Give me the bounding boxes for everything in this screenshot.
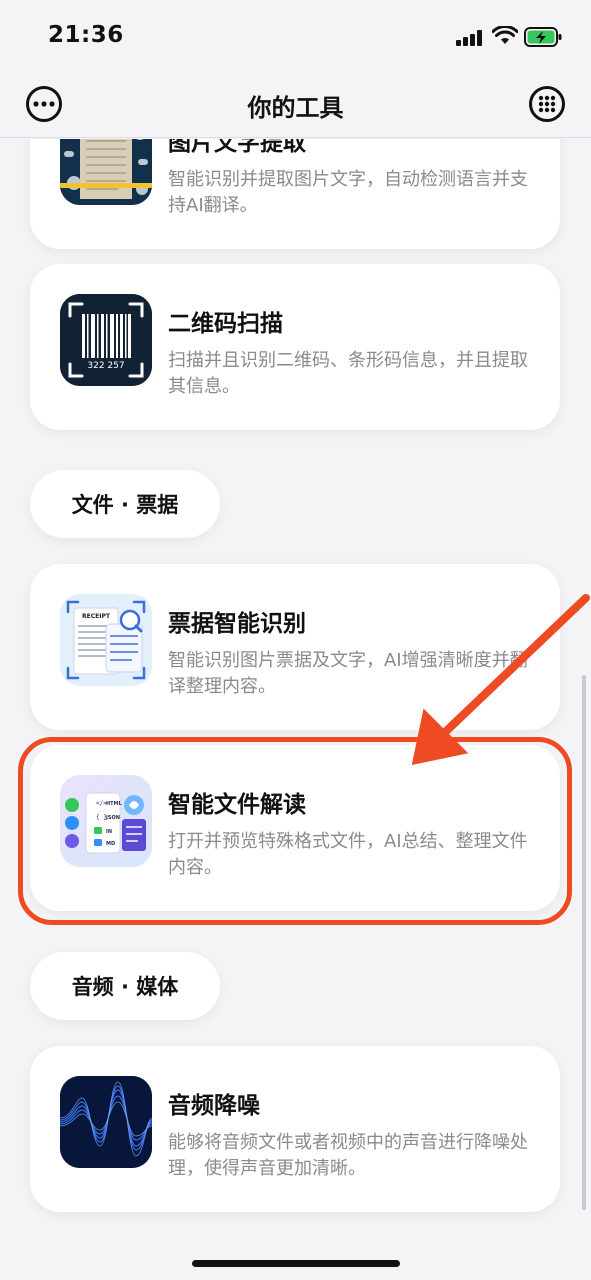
tool-title: 音频降噪 (168, 1093, 260, 1119)
audio-wave-icon (60, 1076, 152, 1168)
file-type-json: JSON (105, 815, 120, 821)
tool-description: 打开并预览特殊格式文件，AI总结、整理文件内容。 (168, 831, 528, 878)
tools-list[interactable]: 图片文字提取 智能识别并提取图片文字，自动检测语言并支持AI翻译。 322 25… (0, 139, 591, 1280)
status-time: 21:36 (48, 22, 124, 48)
status-bar: 21:36 (0, 0, 591, 76)
file-type-html: HTML (106, 801, 123, 807)
tool-card-receipt[interactable]: RECEIPT 票据智能识别 智能识别图片票据及文字，AI增强清晰度并翻译整理内… (30, 564, 560, 730)
file-ai-icon: </> HTML { } JSON IN MD (60, 775, 152, 867)
tool-description: 扫描并且识别二维码、条形码信息，并且提取其信息。 (168, 350, 528, 397)
cellular-signal-icon (456, 30, 484, 46)
barcode-icon: 322 257 (60, 294, 152, 386)
section-header-audio: 音频 · 媒体 (30, 952, 220, 1020)
wifi-icon (492, 26, 518, 44)
file-type-md: MD (106, 841, 115, 847)
tool-description: 能够将音频文件或者视频中的声音进行降噪处理，使得声音更加清晰。 (168, 1132, 528, 1179)
barcode-number: 322 257 (87, 361, 124, 371)
receipt-label: RECEIPT (82, 613, 111, 620)
battery-icon (524, 27, 562, 47)
file-type-in: IN (106, 829, 112, 835)
tool-title: 图片文字提取 (168, 139, 306, 156)
grid-menu-button[interactable] (529, 86, 565, 122)
tool-title: 票据智能识别 (168, 611, 306, 637)
receipt-icon: RECEIPT (60, 594, 152, 686)
tool-description: 智能识别图片票据及文字，AI增强清晰度并翻译整理内容。 (168, 650, 528, 697)
home-indicator[interactable] (192, 1260, 400, 1267)
page-title: 你的工具 (247, 94, 344, 122)
navigation-bar: 你的工具 (0, 76, 591, 138)
scrollbar[interactable] (582, 675, 586, 1210)
tool-card-audio-denoise[interactable]: 音频降噪 能够将音频文件或者视频中的声音进行降噪处理，使得声音更加清晰。 (30, 1046, 560, 1212)
tool-title: 智能文件解读 (168, 792, 306, 818)
tool-card-qr-scan[interactable]: 322 257 二维码扫描 扫描并且识别二维码、条形码信息，并且提取其信息。 (30, 264, 560, 430)
grid-icon (538, 95, 556, 113)
section-header-files: 文件 · 票据 (30, 470, 220, 538)
tool-description: 智能识别并提取图片文字，自动检测语言并支持AI翻译。 (168, 169, 528, 216)
tools-screen: 21:36 你的工具 图片文字提取 智能识别并提取图片文字，自动检测语言并支持A… (0, 0, 591, 1280)
tool-card-smart-file[interactable]: </> HTML { } JSON IN MD 智能文件解读 打开并预览特殊格式… (30, 745, 560, 911)
tool-title: 二维码扫描 (168, 311, 283, 337)
tool-card-image-text[interactable]: 图片文字提取 智能识别并提取图片文字，自动检测语言并支持AI翻译。 (30, 139, 560, 249)
image-text-icon (60, 139, 152, 205)
